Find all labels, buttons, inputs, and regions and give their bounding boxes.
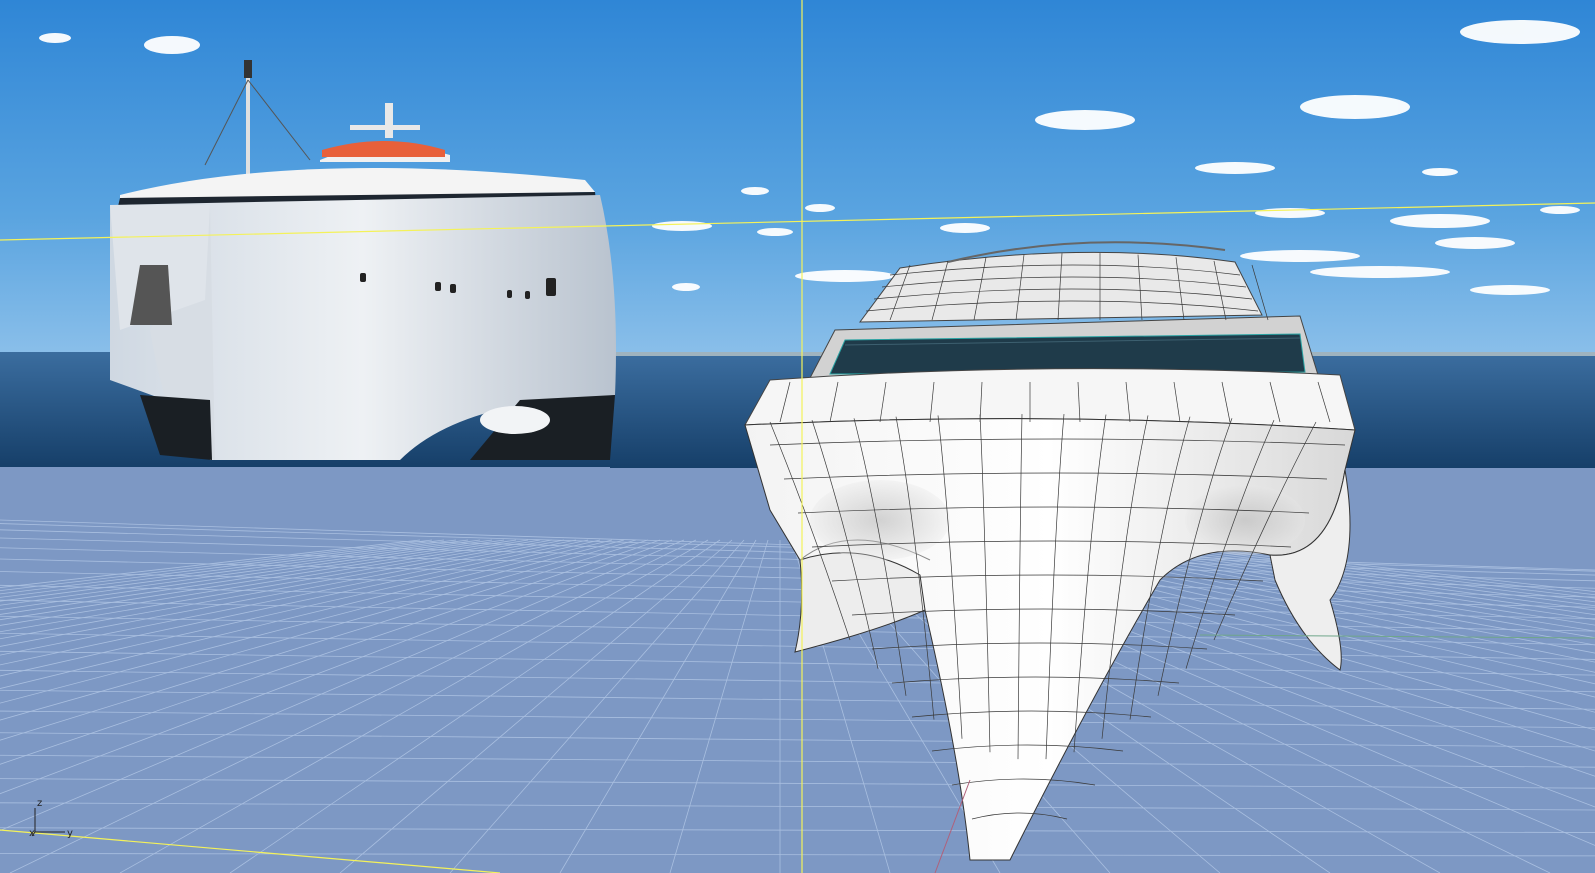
x-axis-label: x [29,828,35,839]
z-axis-label: z [37,798,43,809]
viewport-scene[interactable] [0,0,1595,873]
perspective-viewport[interactable]: z x y [0,0,1595,873]
y-axis-label: y [67,828,73,839]
